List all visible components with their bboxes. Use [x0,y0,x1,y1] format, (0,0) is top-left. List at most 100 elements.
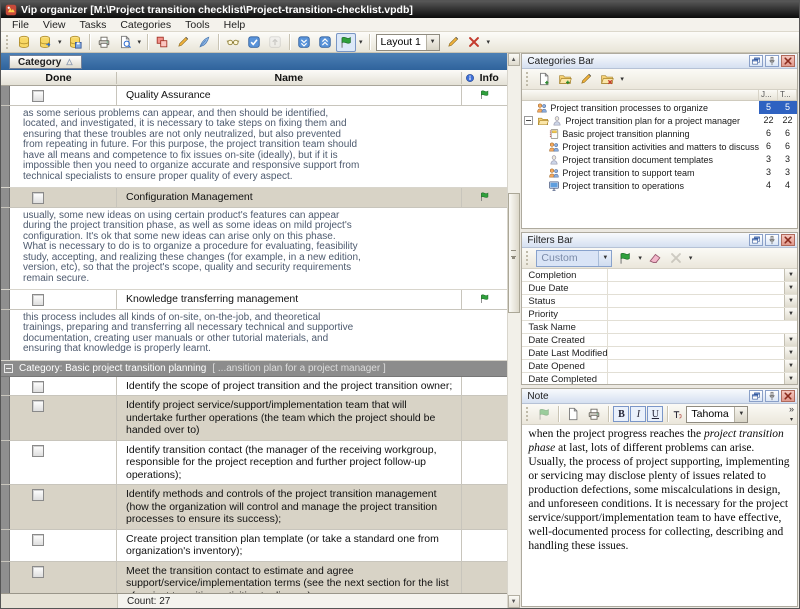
tree-column-1[interactable]: J... [759,90,778,100]
task-name-cell[interactable]: Configuration Management [117,188,461,207]
note-float-button[interactable] [749,390,763,402]
filter-value[interactable] [608,321,797,333]
menu-item-file[interactable]: File [5,19,36,31]
categories-float-button[interactable] [749,55,763,67]
complete-task-button[interactable] [244,33,264,52]
scroll-up-button[interactable] [508,53,520,66]
tree-item[interactable]: Project transition processes to organize… [522,101,797,114]
task-name-cell[interactable]: Meet the transition contact to estimate … [117,562,461,594]
filter-dropdown-button[interactable] [784,373,797,384]
filters-pin-button[interactable] [765,234,779,246]
scroll-down-button[interactable] [508,595,520,608]
task-row[interactable]: Meet the transition contact to estimate … [1,562,507,594]
font-combo[interactable]: Tahoma [686,406,748,423]
filter-value[interactable] [608,347,784,359]
task-row[interactable]: Identify methods and controls of the pro… [1,485,507,530]
print-preview-button[interactable] [115,33,135,52]
task-checkbox[interactable] [32,381,44,393]
task-row[interactable]: Configuration Management [1,188,507,208]
task-checkbox[interactable] [32,445,44,457]
dropdown-arrow-icon[interactable] [687,254,695,262]
dropdown-arrow-icon[interactable] [618,75,626,83]
filter-dropdown-button[interactable] [784,282,797,294]
collapse-all-button[interactable] [315,33,335,52]
note-flag-button[interactable] [534,405,554,424]
filter-dropdown-button[interactable] [784,269,797,281]
filter-value[interactable] [608,360,784,372]
move-up-button[interactable] [265,33,285,52]
note-close-button[interactable] [781,390,795,402]
task-row[interactable]: Create project transition plan template … [1,530,507,562]
flag-filter-button[interactable] [336,33,356,52]
combo-dropdown-icon[interactable] [598,251,611,266]
dropdown-arrow-icon[interactable] [56,38,64,46]
new-note-button[interactable] [563,405,583,424]
task-name-cell[interactable]: Identify project service/support/impleme… [117,396,461,440]
task-checkbox[interactable] [32,566,44,578]
layout-combo[interactable]: Layout 1 [376,34,440,51]
filter-dropdown-button[interactable] [784,334,797,346]
filter-value[interactable] [608,295,784,307]
expand-all-button[interactable] [294,33,314,52]
tree-column-2[interactable]: T... [778,90,797,100]
edit-category-button[interactable] [576,70,596,89]
filter-dropdown-button[interactable] [784,360,797,372]
menu-item-view[interactable]: View [36,19,73,31]
categories-pin-button[interactable] [765,55,779,67]
collapse-icon[interactable] [4,364,13,373]
task-notes-button[interactable] [194,33,214,52]
task-row[interactable]: Identify the scope of project transition… [1,377,507,397]
combo-dropdown-icon[interactable] [734,407,747,422]
filter-value[interactable] [608,282,784,294]
task-name-cell[interactable]: Identify transition contact (the manager… [117,441,461,485]
filters-float-button[interactable] [749,234,763,246]
delete-category-button[interactable] [597,70,617,89]
task-checkbox[interactable] [32,489,44,501]
clear-filter-button[interactable] [645,249,665,268]
task-checkbox[interactable] [32,90,44,102]
bold-button[interactable]: B [613,406,629,422]
tree-item[interactable]: Basic project transition planning66 [522,127,797,140]
new-category-button[interactable] [152,33,172,52]
italic-button[interactable]: I [630,406,646,422]
task-name-cell[interactable]: Identify methods and controls of the pro… [117,485,461,529]
menu-item-help[interactable]: Help [217,19,253,31]
menu-item-categories[interactable]: Categories [113,19,178,31]
print-button[interactable] [94,33,114,52]
open-database-button[interactable] [35,33,55,52]
tree-item[interactable]: Project transition activities and matter… [522,140,797,153]
categories-close-button[interactable] [781,55,795,67]
task-row[interactable]: Quality Assurance [1,86,507,106]
collapse-icon[interactable] [524,116,533,125]
scrollbar-thumb[interactable] [508,193,520,313]
column-header-name[interactable]: Name [117,72,461,84]
filters-close-button[interactable] [781,234,795,246]
filter-dropdown-button[interactable] [784,308,797,320]
print-note-button[interactable] [584,405,604,424]
add-category-button[interactable] [534,70,554,89]
dropdown-arrow-icon[interactable] [357,38,365,46]
note-pin-button[interactable] [765,390,779,402]
new-database-button[interactable] [14,33,34,52]
edit-task-button[interactable] [173,33,193,52]
filter-value[interactable] [608,269,784,281]
tree-item[interactable]: Project transition document templates33 [522,153,797,166]
dropdown-arrow-icon[interactable] [636,254,644,262]
filter-value[interactable] [608,373,784,384]
column-header-info[interactable]: Info [461,72,507,84]
filter-preset-combo[interactable]: Custom [536,250,612,267]
tree-item[interactable]: Project transition plan for a project ma… [522,114,797,127]
vertical-scrollbar[interactable] [507,53,520,608]
save-database-button[interactable] [65,33,85,52]
note-editor[interactable]: when the project progress reaches the pr… [522,425,797,606]
combo-dropdown-icon[interactable] [426,35,439,50]
column-header-done[interactable]: Done [1,72,117,84]
task-checkbox[interactable] [32,534,44,546]
task-row[interactable]: Knowledge transferring management [1,290,507,310]
category-band[interactable]: Category: Basic project transition plann… [1,361,507,377]
group-category-button[interactable]: Category [9,55,82,69]
task-name-cell[interactable]: Identify the scope of project transition… [117,377,461,396]
menu-item-tools[interactable]: Tools [178,19,217,31]
dropdown-arrow-icon[interactable] [136,38,144,46]
filter-dropdown-button[interactable] [784,295,797,307]
